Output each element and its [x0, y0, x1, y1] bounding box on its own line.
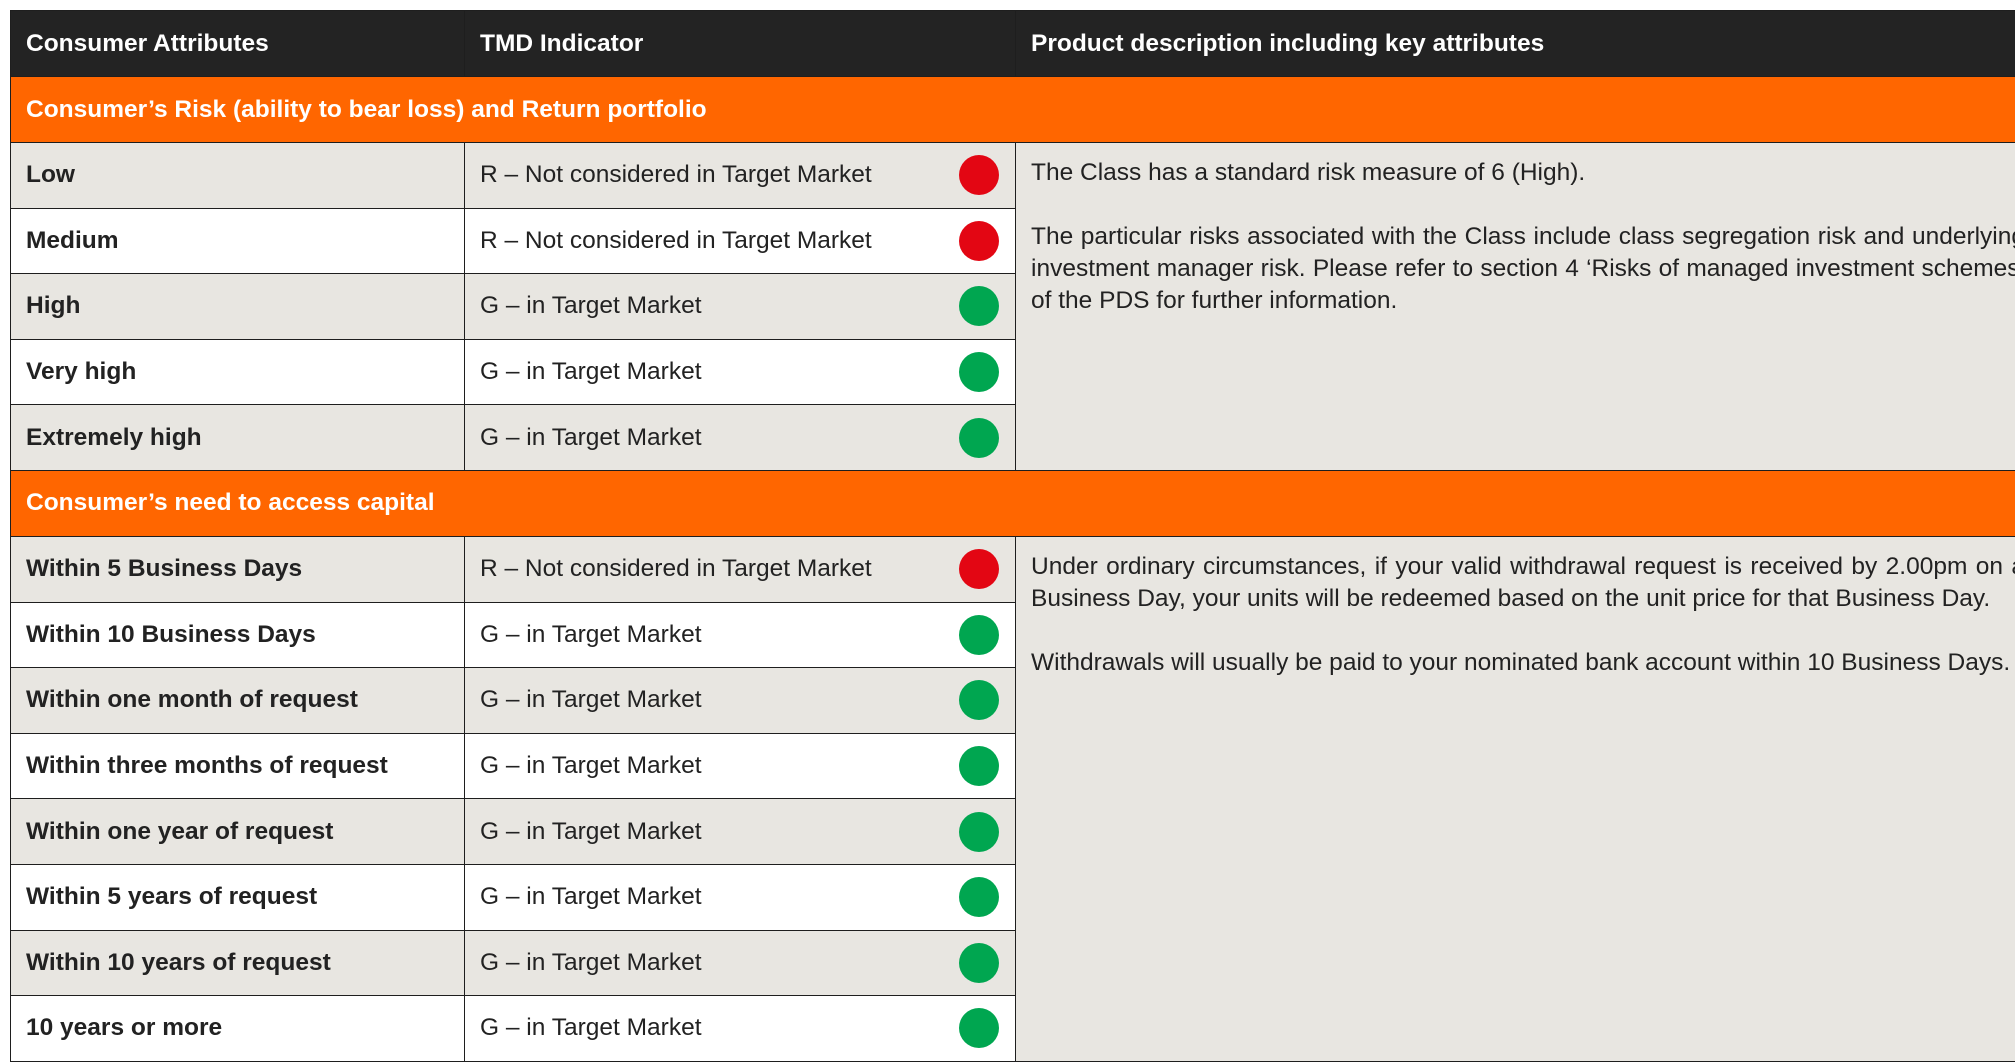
tmd-indicator-cell: G – in Target Market — [465, 274, 1016, 340]
tmd-indicator-text: G – in Target Market — [480, 292, 702, 320]
tmd-indicator-cell: G – in Target Market — [465, 602, 1016, 668]
consumer-attribute: Very high — [11, 339, 465, 405]
green-status-dot-icon — [959, 615, 999, 655]
consumer-attribute: Within one month of request — [11, 668, 465, 734]
product-description-risk: The Class has a standard risk measure of… — [1016, 143, 2015, 471]
consumer-attribute: Within 10 Business Days — [11, 602, 465, 668]
green-status-dot-icon — [959, 943, 999, 983]
consumer-attribute: Within 5 years of request — [11, 864, 465, 930]
header-tmd-indicator: TMD Indicator — [465, 11, 1016, 77]
tmd-indicator-cell: G – in Target Market — [465, 405, 1016, 471]
table-row: Low R – Not considered in Target Market Th… — [11, 143, 2015, 209]
green-status-dot-icon — [959, 812, 999, 852]
tmd-indicator-text: G – in Target Market — [480, 1014, 702, 1042]
green-status-dot-icon — [959, 877, 999, 917]
green-status-dot-icon — [959, 746, 999, 786]
green-status-dot-icon — [959, 418, 999, 458]
red-status-dot-icon — [959, 155, 999, 195]
tmd-indicator-cell: R – Not considered in Target Market — [465, 208, 1016, 274]
tmd-indicator-cell: R – Not considered in Target Market — [465, 536, 1016, 602]
table-body: Consumer’s Risk (ability to bear loss) a… — [11, 77, 2015, 1062]
description-paragraph: Under ordinary circumstances, if your va… — [1031, 551, 2015, 615]
tmd-indicator-cell: R – Not considered in Target Market — [465, 143, 1016, 209]
tmd-indicator-text: R – Not considered in Target Market — [480, 227, 872, 255]
tmd-indicator-text: R – Not considered in Target Market — [480, 161, 872, 189]
consumer-attribute: Within three months of request — [11, 733, 465, 799]
consumer-attribute: High — [11, 274, 465, 340]
header-consumer-attributes: Consumer Attributes — [11, 11, 465, 77]
tmd-indicator-cell: G – in Target Market — [465, 799, 1016, 865]
description-paragraph: The particular risks associated with the… — [1031, 221, 2015, 317]
red-status-dot-icon — [959, 549, 999, 589]
tmd-indicator-cell: G – in Target Market — [465, 996, 1016, 1062]
green-status-dot-icon — [959, 352, 999, 392]
tmd-table: Consumer Attributes TMD Indicator Produc… — [10, 10, 2015, 1062]
tmd-indicator-text: G – in Target Market — [480, 818, 702, 846]
tmd-indicator-text: G – in Target Market — [480, 621, 702, 649]
green-status-dot-icon — [959, 680, 999, 720]
header-product-description: Product description including key attrib… — [1016, 11, 2015, 77]
consumer-attribute: 10 years or more — [11, 996, 465, 1062]
tmd-indicator-cell: G – in Target Market — [465, 864, 1016, 930]
tmd-indicator-text: R – Not considered in Target Market — [480, 555, 872, 583]
consumer-attribute: Low — [11, 143, 465, 209]
section-title: Consumer’s need to access capital — [11, 470, 2015, 536]
tmd-indicator-text: G – in Target Market — [480, 883, 702, 911]
header-row: Consumer Attributes TMD Indicator Produc… — [11, 11, 2015, 77]
product-description-capital: Under ordinary circumstances, if your va… — [1016, 536, 2015, 1061]
tmd-indicator-cell: G – in Target Market — [465, 668, 1016, 734]
table-row: Within 5 Business Days R – Not considered… — [11, 536, 2015, 602]
consumer-attribute: Within 10 years of request — [11, 930, 465, 996]
tmd-indicator-text: G – in Target Market — [480, 686, 702, 714]
section-row-capital: Consumer’s need to access capital — [11, 470, 2015, 536]
tmd-indicator-cell: G – in Target Market — [465, 339, 1016, 405]
tmd-indicator-text: G – in Target Market — [480, 358, 702, 386]
consumer-attribute: Within one year of request — [11, 799, 465, 865]
description-paragraph: The Class has a standard risk measure of… — [1031, 157, 2015, 189]
tmd-indicator-cell: G – in Target Market — [465, 930, 1016, 996]
green-status-dot-icon — [959, 286, 999, 326]
tmd-indicator-text: G – in Target Market — [480, 752, 702, 780]
red-status-dot-icon — [959, 221, 999, 261]
tmd-indicator-text: G – in Target Market — [480, 424, 702, 452]
consumer-attribute: Medium — [11, 208, 465, 274]
consumer-attribute: Extremely high — [11, 405, 465, 471]
description-paragraph: Withdrawals will usually be paid to your… — [1031, 647, 2015, 679]
green-status-dot-icon — [959, 1008, 999, 1048]
consumer-attribute: Within 5 Business Days — [11, 536, 465, 602]
tmd-indicator-text: G – in Target Market — [480, 949, 702, 977]
section-row-risk: Consumer’s Risk (ability to bear loss) a… — [11, 77, 2015, 143]
section-title: Consumer’s Risk (ability to bear loss) a… — [11, 77, 2015, 143]
tmd-indicator-cell: G – in Target Market — [465, 733, 1016, 799]
